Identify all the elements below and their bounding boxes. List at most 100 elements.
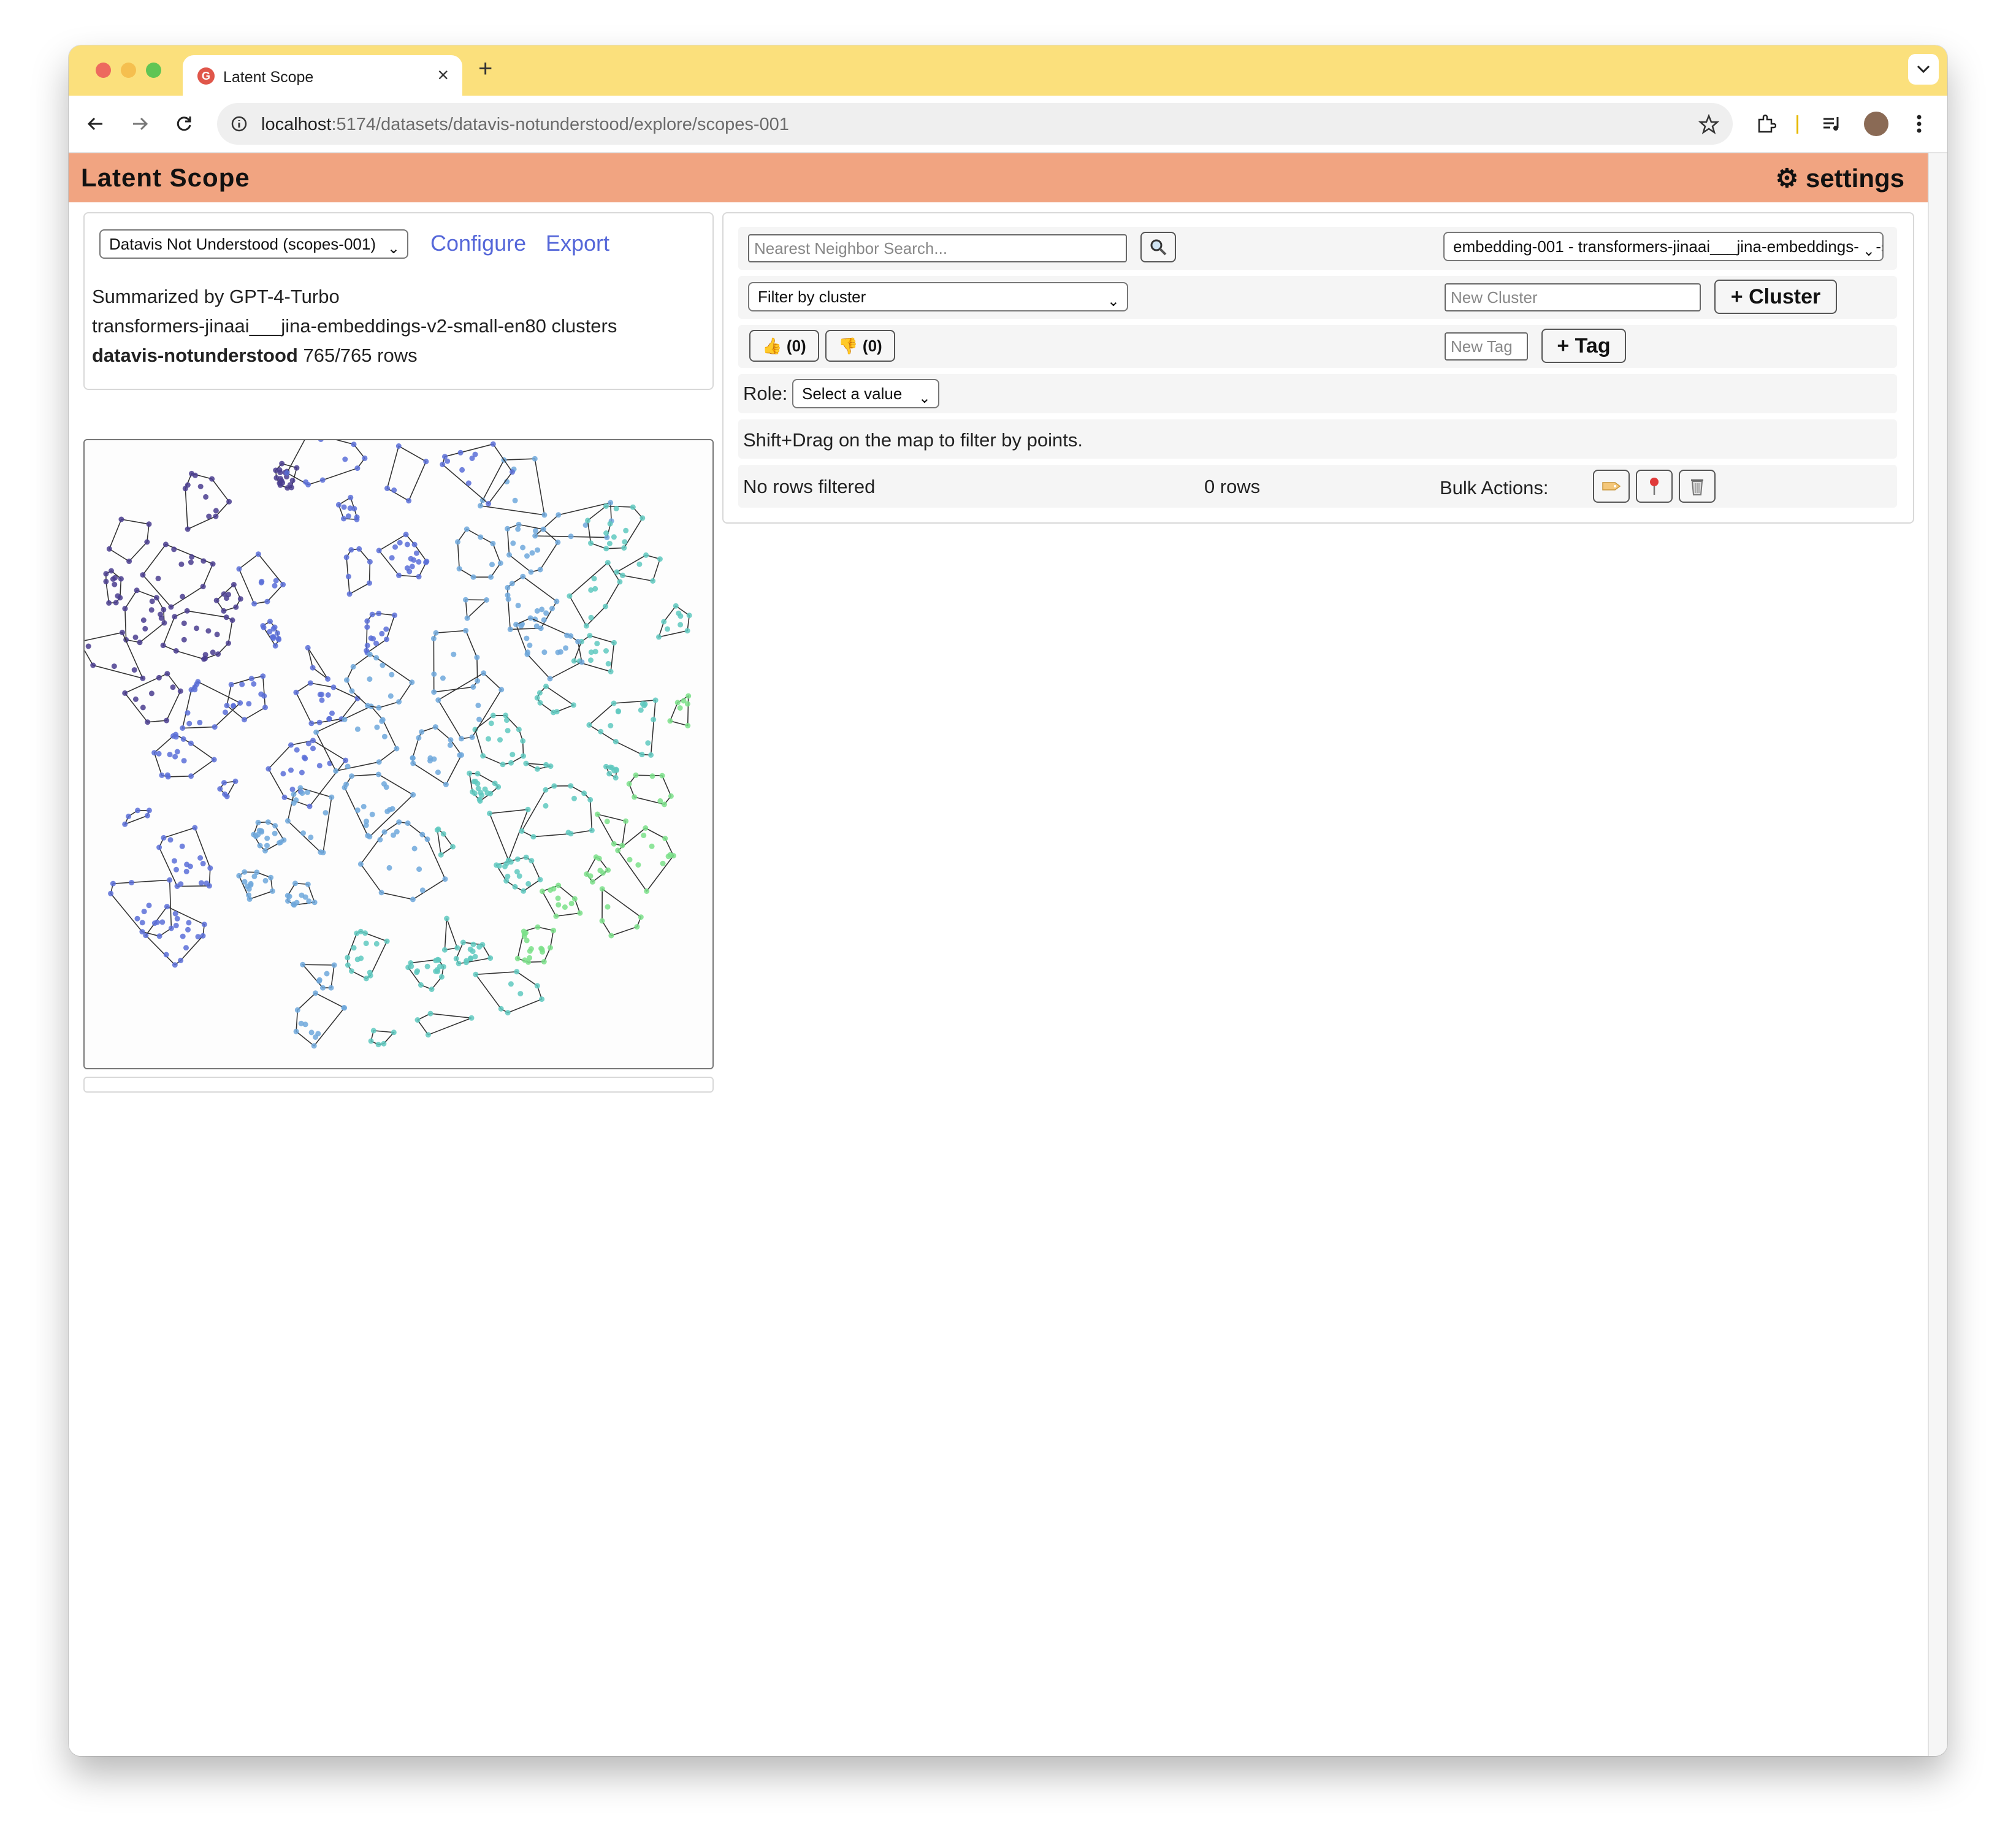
- map-point[interactable]: [467, 946, 473, 952]
- map-point[interactable]: [525, 806, 531, 812]
- map-point[interactable]: [512, 497, 518, 503]
- map-point[interactable]: [547, 676, 553, 682]
- map-point[interactable]: [294, 899, 300, 906]
- close-tab-icon[interactable]: ×: [437, 64, 449, 86]
- map-point[interactable]: [328, 985, 334, 991]
- map-point[interactable]: [464, 615, 470, 621]
- map-point[interactable]: [584, 871, 590, 877]
- map-point[interactable]: [205, 628, 212, 634]
- map-point[interactable]: [667, 718, 673, 724]
- map-point[interactable]: [181, 636, 187, 643]
- map-point[interactable]: [365, 703, 371, 709]
- zoom-window-button[interactable]: [146, 63, 161, 78]
- map-point[interactable]: [540, 526, 546, 532]
- map-point[interactable]: [605, 867, 611, 873]
- map-point[interactable]: [509, 581, 515, 587]
- cluster-hull[interactable]: [515, 617, 582, 679]
- map-point[interactable]: [396, 819, 402, 825]
- map-point[interactable]: [521, 753, 526, 759]
- map-point[interactable]: [180, 725, 186, 731]
- map-point[interactable]: [598, 728, 604, 735]
- map-point[interactable]: [265, 766, 272, 772]
- map-point[interactable]: [486, 501, 492, 506]
- map-point[interactable]: [126, 559, 132, 564]
- map-point[interactable]: [311, 1043, 317, 1049]
- map-point[interactable]: [122, 690, 128, 696]
- map-point[interactable]: [634, 924, 640, 930]
- map-point[interactable]: [146, 903, 152, 909]
- map-point[interactable]: [479, 792, 485, 798]
- map-point[interactable]: [591, 576, 597, 582]
- map-point[interactable]: [599, 886, 605, 892]
- map-point[interactable]: [555, 540, 561, 545]
- add-tag-button[interactable]: + Tag: [1541, 329, 1626, 363]
- map-point[interactable]: [541, 649, 548, 655]
- map-point[interactable]: [325, 676, 331, 682]
- map-point[interactable]: [508, 760, 514, 766]
- map-point[interactable]: [242, 717, 247, 723]
- map-point[interactable]: [210, 561, 216, 567]
- map-point[interactable]: [524, 635, 530, 641]
- map-point[interactable]: [500, 762, 506, 768]
- map-point[interactable]: [433, 630, 439, 636]
- add-cluster-button[interactable]: + Cluster: [1714, 280, 1837, 314]
- map-point[interactable]: [213, 597, 220, 603]
- map-point[interactable]: [262, 877, 269, 884]
- map-point[interactable]: [194, 681, 200, 687]
- cluster-hull[interactable]: [185, 473, 230, 530]
- map-point[interactable]: [619, 842, 625, 849]
- new-cluster-input[interactable]: New Cluster: [1445, 283, 1701, 311]
- map-point[interactable]: [475, 678, 481, 684]
- scope-select[interactable]: Datavis Not Understood (scopes-001) ⌄: [99, 229, 408, 259]
- map-point[interactable]: [178, 561, 185, 567]
- map-point[interactable]: [594, 811, 600, 817]
- map-point[interactable]: [436, 957, 441, 963]
- map-point[interactable]: [556, 512, 562, 518]
- map-point[interactable]: [507, 626, 513, 632]
- map-point[interactable]: [171, 546, 177, 552]
- map-point[interactable]: [156, 933, 162, 939]
- map-point[interactable]: [364, 624, 370, 630]
- map-point[interactable]: [639, 752, 645, 758]
- map-point[interactable]: [384, 636, 389, 643]
- map-point[interactable]: [588, 657, 594, 663]
- map-point[interactable]: [470, 574, 476, 580]
- map-point[interactable]: [523, 854, 529, 860]
- map-point[interactable]: [310, 665, 316, 671]
- map-point[interactable]: [619, 572, 625, 578]
- map-point[interactable]: [614, 569, 620, 575]
- thumbs-up-button[interactable]: 👍 (0): [749, 330, 819, 362]
- map-point[interactable]: [173, 731, 179, 738]
- map-point[interactable]: [172, 962, 178, 968]
- map-point[interactable]: [118, 516, 124, 522]
- map-point[interactable]: [257, 842, 263, 849]
- map-point[interactable]: [503, 712, 509, 719]
- map-point[interactable]: [156, 750, 162, 757]
- map-point[interactable]: [367, 834, 373, 840]
- map-point[interactable]: [197, 855, 204, 861]
- map-point[interactable]: [473, 971, 479, 977]
- map-point[interactable]: [155, 575, 161, 581]
- map-point[interactable]: [383, 626, 389, 632]
- map-point[interactable]: [403, 532, 409, 538]
- map-point[interactable]: [173, 648, 179, 654]
- map-point[interactable]: [342, 716, 348, 722]
- map-point[interactable]: [495, 784, 502, 790]
- map-point[interactable]: [498, 1006, 504, 1012]
- map-point[interactable]: [611, 534, 617, 540]
- map-point[interactable]: [427, 1010, 433, 1017]
- reload-button[interactable]: [170, 110, 197, 137]
- map-point[interactable]: [325, 692, 331, 698]
- map-point[interactable]: [162, 541, 169, 548]
- map-point[interactable]: [299, 790, 305, 796]
- map-point[interactable]: [589, 879, 595, 885]
- map-point[interactable]: [272, 823, 278, 829]
- map-point[interactable]: [392, 544, 398, 550]
- map-point[interactable]: [267, 619, 273, 624]
- cluster-hull[interactable]: [124, 673, 181, 723]
- profile-button[interactable]: [1861, 109, 1891, 139]
- map-point[interactable]: [537, 700, 543, 706]
- map-point[interactable]: [606, 541, 613, 546]
- map-point[interactable]: [185, 710, 191, 716]
- map-point[interactable]: [261, 625, 267, 630]
